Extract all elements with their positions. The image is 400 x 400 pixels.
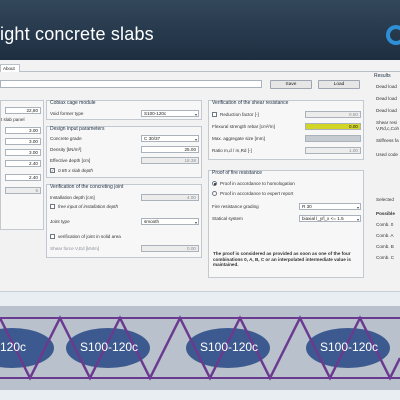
geometry-group: 22,80 t slab panel 3.00 3.00 3.00 2.40 2… bbox=[0, 100, 44, 230]
combo-c: Comb. C bbox=[376, 255, 395, 260]
statical-system-label: Statical system bbox=[212, 216, 243, 221]
expert-report-radio[interactable] bbox=[212, 191, 217, 196]
concreting-joint-group: Verification of the concreting joint Ins… bbox=[46, 184, 202, 258]
slab-label-2: S100-120c bbox=[80, 340, 139, 354]
homologation-radio-label: Proof in accordance to homologation bbox=[220, 181, 295, 186]
value-field-4[interactable]: 3.00 bbox=[5, 149, 41, 156]
fire-resistance-title: Proof of fire resistance bbox=[212, 170, 263, 176]
fire-resistance-group: Proof of fire resistance Proof in accord… bbox=[208, 170, 364, 278]
aggregate-size-label: Max. aggregate size [mm] bbox=[212, 136, 265, 141]
expert-report-radio-label: Proof in accordance to expert report bbox=[220, 191, 294, 196]
aggregate-size-input[interactable] bbox=[305, 135, 361, 142]
app-banner: ight concrete slabs bbox=[0, 0, 400, 60]
value-field-5[interactable]: 2.40 bbox=[5, 160, 41, 167]
void-former-label: Void former type bbox=[50, 111, 84, 116]
save-button[interactable]: Save bbox=[270, 80, 312, 89]
app-window: About Save Load 22,80 t slab panel 3.00 … bbox=[0, 60, 400, 292]
result-stiffness: Stiffness fa bbox=[376, 138, 399, 143]
possible-label: Possible bbox=[376, 211, 395, 216]
tab-about[interactable]: About bbox=[0, 64, 20, 72]
joint-type-value: smooth bbox=[144, 219, 160, 224]
combo-b: Comb. B bbox=[376, 244, 394, 249]
free-input-label: free input of installation depth bbox=[58, 204, 119, 209]
effective-depth-label: Effective depth [cm] bbox=[50, 158, 91, 163]
reduction-factor-checkbox[interactable] bbox=[212, 112, 217, 117]
result-dead-load-1: Dead load bbox=[376, 84, 397, 89]
result-used-code: Used code bbox=[376, 152, 398, 157]
density-label: Density [kN/m³] bbox=[50, 147, 82, 152]
slab-depth-checkbox[interactable]: ✓ bbox=[50, 168, 55, 173]
result-dead-load-2: Dead load bbox=[376, 96, 397, 101]
combo-a: Comb. A bbox=[376, 233, 394, 238]
fire-grading-label: Fire resistance grading bbox=[212, 204, 259, 209]
concrete-grade-select[interactable]: C 30/37 ▾ bbox=[141, 135, 199, 142]
ratio-label: Ratio m,d / m,Rd [-] bbox=[212, 148, 252, 153]
result-dead-load-3: Dead load bbox=[376, 108, 397, 113]
flexural-strength-label: Flexural strength rebar [cm²/m] bbox=[212, 124, 275, 129]
solid-area-label: verification of joint in solid area bbox=[58, 234, 121, 239]
density-input[interactable]: 25.00 bbox=[141, 146, 199, 153]
solid-area-checkbox[interactable] bbox=[50, 234, 55, 239]
fire-proof-note: The proof is considered as provided as s… bbox=[213, 251, 351, 267]
combo-0: Comb. 0 bbox=[376, 222, 394, 227]
banner-title: ight concrete slabs bbox=[0, 24, 154, 44]
statical-system-value: biaxial l_y/l_x <= 1.5 bbox=[302, 216, 344, 221]
reduction-factor-label: Reduction factor [-] bbox=[220, 112, 259, 117]
concreting-joint-title: Verification of the concreting joint bbox=[50, 184, 124, 190]
result-shear-resistance: Shear resi bbox=[376, 120, 397, 125]
selected-label: Selected bbox=[376, 197, 394, 202]
result-vrdc: V,Rd,c,Coh bbox=[376, 126, 400, 131]
installation-depth-input: 4.00 bbox=[141, 194, 199, 201]
value-field-3[interactable]: 3.00 bbox=[5, 138, 41, 145]
free-input-checkbox[interactable] bbox=[50, 204, 55, 209]
void-former-value: S100-120c bbox=[144, 111, 167, 116]
fire-grading-select[interactable]: R 30 ▾ bbox=[299, 203, 361, 210]
brand-logo-icon bbox=[386, 25, 400, 45]
project-name-input[interactable] bbox=[0, 80, 262, 88]
shear-force-label: Shear force V,Ed [kN/m] bbox=[50, 246, 100, 251]
statical-system-select[interactable]: biaxial l_y/l_x <= 1.5 ▾ bbox=[299, 215, 361, 222]
value-field-1[interactable]: 22,80 bbox=[5, 107, 41, 114]
slab-panel-label: t slab panel bbox=[1, 117, 25, 122]
slab-label-4: S100-120c bbox=[320, 340, 379, 354]
cage-module-group: Cobiax cage module Void former type S100… bbox=[46, 100, 202, 120]
shear-force-input: 0.00 bbox=[141, 245, 199, 252]
value-field-2[interactable]: 3.00 bbox=[5, 127, 41, 134]
tab-bar: About bbox=[0, 64, 400, 72]
chevron-down-icon: ▾ bbox=[356, 205, 359, 210]
value-field-6[interactable]: 2.40 bbox=[5, 174, 41, 181]
homologation-radio[interactable] bbox=[212, 181, 217, 186]
effective-depth-input: 18.38 bbox=[141, 157, 199, 164]
slab-label-1: 120c bbox=[0, 340, 27, 354]
installation-depth-label: Installation depth [cm] bbox=[50, 195, 95, 200]
reduction-factor-input: 0.50 bbox=[305, 111, 361, 118]
concrete-grade-value: C 30/37 bbox=[144, 136, 161, 141]
chevron-down-icon: ▾ bbox=[194, 137, 197, 142]
concrete-grade-label: Concrete grade bbox=[50, 136, 82, 141]
slab-depth-label: 0.85 x slab depth bbox=[58, 168, 93, 173]
joint-type-label: Joint type bbox=[50, 219, 70, 224]
load-button[interactable]: Load bbox=[318, 80, 360, 89]
fire-grading-value: R 30 bbox=[302, 204, 312, 209]
slab-cross-section: 120c S100-120c S100-120c S100-120c bbox=[0, 296, 400, 396]
design-input-group: Design input parameters Concrete grade C… bbox=[46, 126, 202, 178]
void-former-select[interactable]: S100-120c ▾ bbox=[141, 110, 199, 117]
chevron-down-icon: ▾ bbox=[356, 217, 359, 222]
shear-resistance-title: Verification of the shear resistance bbox=[212, 100, 289, 106]
chevron-down-icon: ▾ bbox=[194, 220, 197, 225]
cage-module-title: Cobiax cage module bbox=[50, 100, 96, 106]
flexural-strength-input[interactable]: 0.00 bbox=[305, 123, 361, 130]
design-input-title: Design input parameters bbox=[50, 126, 105, 132]
shear-resistance-group: Verification of the shear resistance Red… bbox=[208, 100, 364, 160]
slab-label-3: S100-120c bbox=[200, 340, 259, 354]
joint-type-select[interactable]: smooth ▾ bbox=[141, 218, 199, 225]
chevron-down-icon: ▾ bbox=[194, 112, 197, 117]
value-field-7: 6 bbox=[5, 187, 41, 194]
results-title: Results bbox=[374, 73, 391, 79]
ratio-input: 1.00 bbox=[305, 147, 361, 154]
